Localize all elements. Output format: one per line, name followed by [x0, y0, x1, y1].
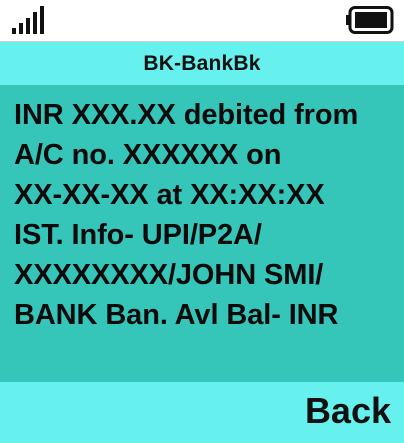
- message-header: BK-BankBk: [0, 41, 404, 85]
- status-bar: [0, 0, 404, 41]
- battery-icon: [346, 6, 394, 34]
- message-body-area: INR XXX.XX debited from A/C no. XXXXXX o…: [0, 85, 404, 382]
- sender-title: BK-BankBk: [143, 51, 261, 75]
- signal-bars-icon: [12, 6, 44, 34]
- softkey-bar: Back: [0, 382, 404, 443]
- back-button[interactable]: Back: [305, 390, 391, 432]
- phone-screen: BK-BankBk INR XXX.XX debited from A/C no…: [0, 0, 404, 443]
- message-text: INR XXX.XX debited from A/C no. XXXXXX o…: [14, 99, 359, 331]
